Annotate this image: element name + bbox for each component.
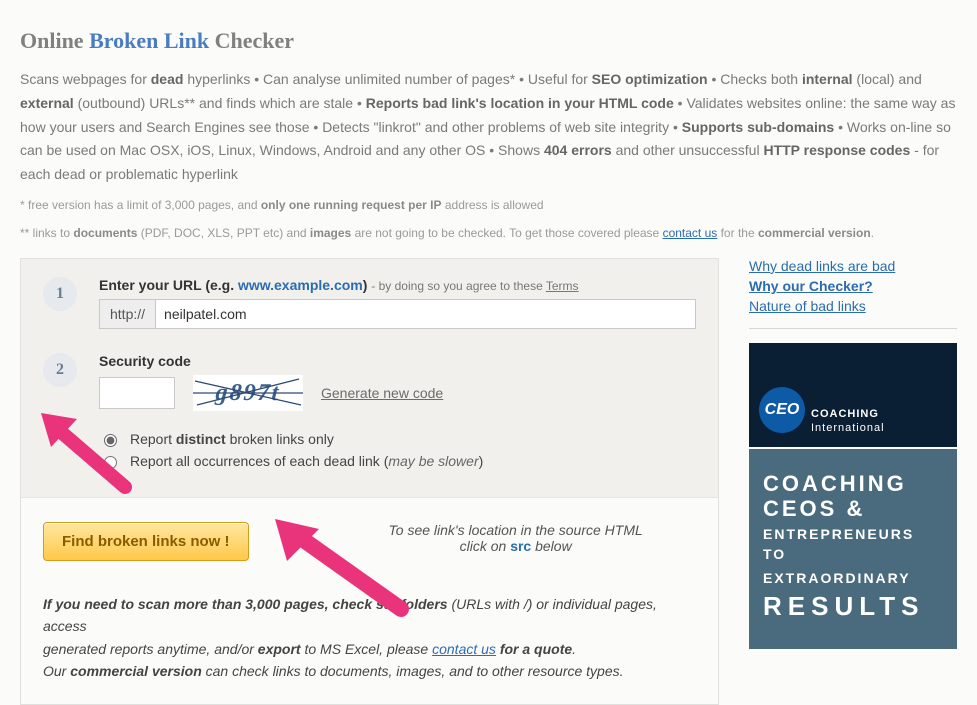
contact-link-top[interactable]: contact us — [663, 226, 718, 240]
option-distinct-radio[interactable] — [104, 434, 117, 447]
option-distinct[interactable]: Report distinct broken links only — [99, 431, 696, 447]
hint-text: To see link's location in the source HTM… — [389, 522, 643, 554]
footnote-1: * free version has a limit of 3,000 page… — [20, 195, 957, 215]
page-title: Online Broken Link Checker — [20, 28, 957, 54]
captcha-label: Security code — [99, 353, 696, 369]
url-scheme: http:// — [99, 299, 155, 329]
captcha-input[interactable] — [99, 377, 175, 409]
ad-banner-2[interactable]: COACHING CEOS & ENTREPRENEURS TO EXTRAOR… — [749, 449, 957, 649]
terms-link[interactable]: Terms — [546, 279, 579, 293]
link-why-checker[interactable]: Why our Checker? — [749, 278, 957, 294]
generate-code-link[interactable]: Generate new code — [321, 385, 443, 401]
ceo-badge-icon: CEO — [759, 387, 805, 433]
commercial-note: If you need to scan more than 3,000 page… — [21, 571, 718, 705]
captcha-image: g897t — [193, 375, 303, 411]
step-2-badge: 2 — [43, 353, 77, 387]
url-label: Enter your URL (e.g. www.example.com) - … — [99, 277, 696, 293]
step-1-badge: 1 — [43, 277, 77, 311]
sidebar-links: Why dead links are bad Why our Checker? … — [749, 258, 957, 314]
url-input[interactable] — [155, 299, 696, 329]
contact-link-bottom[interactable]: contact us — [432, 641, 496, 657]
find-links-button[interactable]: Find broken links now ! — [43, 522, 249, 561]
footnote-2: ** links to documents (PDF, DOC, XLS, PP… — [20, 223, 957, 243]
link-nature[interactable]: Nature of bad links — [749, 298, 957, 314]
option-all[interactable]: Report all occurrences of each dead link… — [99, 453, 696, 469]
ad-banner-1[interactable]: CEO COACHINGInternational — [749, 343, 957, 447]
link-why-dead[interactable]: Why dead links are bad — [749, 258, 957, 274]
option-all-radio[interactable] — [104, 456, 117, 469]
intro-text: Scans webpages for dead hyperlinks • Can… — [20, 68, 957, 187]
